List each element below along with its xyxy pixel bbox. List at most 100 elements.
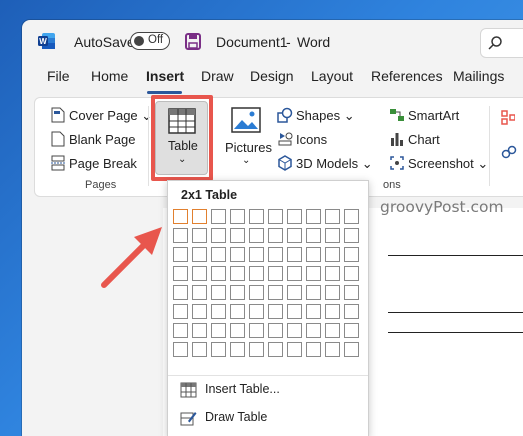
table-grid-cell[interactable] (211, 209, 226, 224)
shapes-button[interactable]: Shapes ⌄ (296, 108, 355, 124)
table-grid-cell[interactable] (249, 247, 264, 262)
cover-page-button[interactable]: Cover Page ⌄ (69, 108, 152, 124)
addins-icon[interactable] (501, 110, 515, 126)
table-grid-cell[interactable] (268, 247, 283, 262)
pictures-button[interactable]: Pictures (225, 140, 272, 155)
table-grid-cell[interactable] (211, 285, 226, 300)
table-grid-cell[interactable] (192, 247, 207, 262)
table-grid-cell[interactable] (192, 304, 207, 319)
table-grid-cell[interactable] (306, 304, 321, 319)
table-grid-cell[interactable] (287, 304, 302, 319)
table-grid-cell[interactable] (287, 342, 302, 357)
table-grid-cell[interactable] (287, 323, 302, 338)
table-grid-cell[interactable] (287, 228, 302, 243)
table-grid-cell[interactable] (230, 304, 245, 319)
table-grid-cell[interactable] (192, 209, 207, 224)
table-grid-cell[interactable] (249, 342, 264, 357)
table-grid-cell[interactable] (230, 247, 245, 262)
page-break-button[interactable]: Page Break (69, 156, 137, 171)
table-grid-cell[interactable] (192, 285, 207, 300)
screenshot-button[interactable]: Screenshot ⌄ (408, 156, 488, 172)
smartart-button[interactable]: SmartArt (408, 108, 459, 123)
table-grid-cell[interactable] (287, 266, 302, 281)
table-grid-cell[interactable] (268, 209, 283, 224)
draw-table-item[interactable]: Draw Table (178, 406, 358, 430)
table-grid-cell[interactable] (287, 285, 302, 300)
icons-button[interactable]: Icons (296, 132, 327, 147)
table-grid-cell[interactable] (249, 323, 264, 338)
table-grid-cell[interactable] (211, 266, 226, 281)
table-grid-cell[interactable] (173, 228, 188, 243)
table-grid-cell[interactable] (344, 266, 359, 281)
table-grid-cell[interactable] (230, 342, 245, 357)
tab-insert[interactable]: Insert (146, 68, 184, 84)
tab-layout[interactable]: Layout (311, 68, 353, 84)
table-grid-cell[interactable] (211, 228, 226, 243)
table-grid-cell[interactable] (344, 304, 359, 319)
table-grid-cell[interactable] (306, 228, 321, 243)
table-grid-cell[interactable] (306, 285, 321, 300)
table-grid-cell[interactable] (344, 209, 359, 224)
table-grid-cell[interactable] (230, 323, 245, 338)
table-grid-cell[interactable] (173, 304, 188, 319)
table-grid-cell[interactable] (268, 228, 283, 243)
table-grid-cell[interactable] (325, 266, 340, 281)
table-grid-cell[interactable] (173, 342, 188, 357)
table-grid-cell[interactable] (344, 342, 359, 357)
3d-models-button[interactable]: 3D Models ⌄ (296, 156, 373, 172)
table-grid-cell[interactable] (211, 342, 226, 357)
table-grid-cell[interactable] (173, 247, 188, 262)
table-grid-cell[interactable] (268, 323, 283, 338)
table-grid-cell[interactable] (249, 209, 264, 224)
table-grid-cell[interactable] (325, 228, 340, 243)
table-grid-cell[interactable] (192, 323, 207, 338)
table-grid-cell[interactable] (268, 266, 283, 281)
tab-references[interactable]: References (371, 68, 443, 84)
table-grid-cell[interactable] (249, 266, 264, 281)
table-grid-cell[interactable] (306, 209, 321, 224)
chart-button[interactable]: Chart (408, 132, 440, 147)
table-grid-cell[interactable] (268, 285, 283, 300)
table-grid-cell[interactable] (173, 209, 188, 224)
table-grid-cell[interactable] (173, 285, 188, 300)
table-grid-cell[interactable] (306, 342, 321, 357)
links-icon[interactable] (501, 144, 517, 160)
table-grid-cell[interactable] (230, 285, 245, 300)
table-grid-cell[interactable] (268, 304, 283, 319)
table-grid-cell[interactable] (249, 304, 264, 319)
table-grid-cell[interactable] (325, 342, 340, 357)
table-grid-cell[interactable] (192, 228, 207, 243)
tab-draw[interactable]: Draw (201, 68, 234, 84)
blank-page-button[interactable]: Blank Page (69, 132, 136, 147)
table-grid-cell[interactable] (344, 323, 359, 338)
table-grid-cell[interactable] (306, 247, 321, 262)
table-grid-cell[interactable] (230, 228, 245, 243)
table-grid-cell[interactable] (344, 285, 359, 300)
table-grid-cell[interactable] (230, 209, 245, 224)
table-grid-cell[interactable] (306, 323, 321, 338)
table-grid-cell[interactable] (287, 209, 302, 224)
table-grid-cell[interactable] (249, 228, 264, 243)
table-grid-cell[interactable] (325, 285, 340, 300)
table-grid-cell[interactable] (211, 247, 226, 262)
table-grid-cell[interactable] (173, 323, 188, 338)
table-grid[interactable] (173, 209, 363, 363)
table-grid-cell[interactable] (211, 323, 226, 338)
tab-file[interactable]: File (47, 68, 70, 84)
table-grid-cell[interactable] (325, 323, 340, 338)
table-grid-cell[interactable] (192, 342, 207, 357)
save-icon[interactable] (185, 33, 201, 50)
table-grid-cell[interactable] (344, 228, 359, 243)
tab-mailings[interactable]: Mailings (453, 68, 504, 84)
table-grid-cell[interactable] (268, 342, 283, 357)
table-grid-cell[interactable] (344, 247, 359, 262)
search-button[interactable] (480, 28, 523, 58)
table-grid-cell[interactable] (287, 247, 302, 262)
table-grid-cell[interactable] (249, 285, 264, 300)
table-grid-cell[interactable] (230, 266, 245, 281)
insert-table-item[interactable]: Insert Table... (178, 378, 358, 402)
table-grid-cell[interactable] (211, 304, 226, 319)
table-grid-cell[interactable] (325, 247, 340, 262)
table-grid-cell[interactable] (306, 266, 321, 281)
tab-design[interactable]: Design (250, 68, 294, 84)
